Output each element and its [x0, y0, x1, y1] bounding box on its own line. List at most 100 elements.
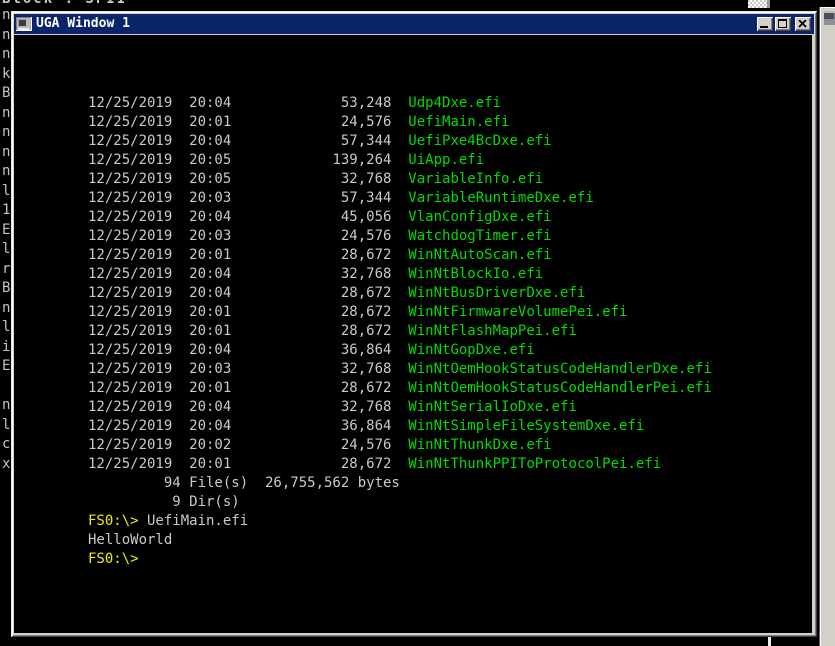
minimize-icon	[760, 26, 768, 28]
window-icon-screen	[18, 19, 26, 26]
entry-datetime: 12/25/2019 20:04	[88, 266, 231, 282]
background-line-fragment	[768, 637, 771, 646]
desktop-background: { "background": { "top_partial_text": "B…	[0, 0, 835, 646]
entry-datetime: 12/25/2019 20:04	[88, 95, 231, 111]
prompt-line: FS0:\>	[88, 550, 712, 569]
entry-datetime: 12/25/2019 20:04	[88, 285, 231, 301]
entry-filename: VariableInfo.efi	[391, 171, 543, 187]
entry-size: 28,672	[231, 323, 391, 339]
entry-size: 139,264	[231, 152, 391, 168]
entry-filename: WinNtGopDxe.efi	[391, 342, 534, 358]
entry-datetime: 12/25/2019 20:04	[88, 342, 231, 358]
entry-datetime: 12/25/2019 20:02	[88, 437, 231, 453]
entry-size: 24,576	[231, 228, 391, 244]
entry-datetime: 12/25/2019 20:04	[88, 399, 231, 415]
dir-entry: 12/25/2019 20:05 32,768 VariableInfo.efi	[88, 170, 712, 189]
background-checker-fragment	[748, 0, 770, 8]
entry-size: 36,864	[231, 418, 391, 434]
entry-size: 32,768	[231, 171, 391, 187]
entry-datetime: 12/25/2019 20:01	[88, 456, 231, 472]
entry-datetime: 12/25/2019 20:04	[88, 133, 231, 149]
dir-entry: 12/25/2019 20:01 28,672 WinNtThunkPPIToP…	[88, 455, 712, 474]
entry-datetime: 12/25/2019 20:01	[88, 247, 231, 263]
entry-filename: WinNtThunkPPIToProtocolPei.efi	[391, 456, 661, 472]
entry-filename: WinNtOemHookStatusCodeHandlerPei.efi	[391, 380, 711, 396]
dir-entry: 12/25/2019 20:01 28,672 WinNtFirmwareVol…	[88, 303, 712, 322]
entry-datetime: 12/25/2019 20:01	[88, 323, 231, 339]
close-icon	[798, 20, 807, 28]
minimize-button[interactable]	[757, 17, 773, 31]
entry-size: 28,672	[231, 456, 391, 472]
dir-entry: 12/25/2019 20:01 28,672 WinNtAutoScan.ef…	[88, 246, 712, 265]
entry-filename: WinNtOemHookStatusCodeHandlerDxe.efi	[391, 361, 711, 377]
dir-entry: 12/25/2019 20:04 45,056 VlanConfigDxe.ef…	[88, 208, 712, 227]
dir-entry: 12/25/2019 20:03 57,344 VariableRuntimeD…	[88, 189, 712, 208]
entry-datetime: 12/25/2019 20:03	[88, 361, 231, 377]
dirs-summary-text: 9 Dir(s)	[88, 494, 240, 510]
entry-filename: WinNtSerialIoDxe.efi	[391, 399, 576, 415]
title-bar[interactable]: UGA Window 1	[14, 14, 814, 34]
dir-entry: 12/25/2019 20:01 28,672 WinNtFlashMapPei…	[88, 322, 712, 341]
background-partial-text: Block : SPII	[2, 0, 127, 7]
dir-entry: 12/25/2019 20:04 28,672 WinNtBusDriverDx…	[88, 284, 712, 303]
dir-entry: 12/25/2019 20:04 32,768 WinNtSerialIoDxe…	[88, 398, 712, 417]
dir-entry: 12/25/2019 20:01 24,576 UefiMain.efi	[88, 113, 712, 132]
entry-filename: WinNtAutoScan.efi	[391, 247, 551, 263]
entry-filename: WinNtBusDriverDxe.efi	[391, 285, 585, 301]
entry-filename: UiApp.efi	[391, 152, 484, 168]
entry-size: 32,768	[231, 399, 391, 415]
entry-filename: UefiPxe4BcDxe.efi	[391, 133, 551, 149]
entry-filename: WinNtThunkDxe.efi	[391, 437, 551, 453]
entry-size: 28,672	[231, 380, 391, 396]
background-console-fragment: n n n k B n n n n l 1 E l r B n l i E n …	[2, 6, 10, 474]
dirs-summary: 9 Dir(s)	[88, 493, 712, 512]
window-icon-base	[18, 28, 29, 30]
command-line: FS0:\> UefiMain.efi	[88, 512, 712, 531]
command-output: HelloWorld	[88, 531, 712, 550]
files-summary: 94 File(s) 26,755,562 bytes	[88, 474, 712, 493]
close-button[interactable]	[795, 17, 811, 31]
terminal-output: 12/25/2019 20:04 53,248 Udp4Dxe.efi12/25…	[88, 94, 712, 569]
entry-datetime: 12/25/2019 20:05	[88, 171, 231, 187]
entry-datetime: 12/25/2019 20:01	[88, 380, 231, 396]
dir-entry: 12/25/2019 20:04 57,344 UefiPxe4BcDxe.ef…	[88, 132, 712, 151]
entry-datetime: 12/25/2019 20:04	[88, 209, 231, 225]
entry-size: 57,344	[231, 133, 391, 149]
entry-datetime: 12/25/2019 20:01	[88, 304, 231, 320]
entry-filename: Udp4Dxe.efi	[391, 95, 501, 111]
background-window-icon	[824, 11, 835, 25]
shell-prompt: FS0:\>	[88, 513, 139, 529]
dir-entry: 12/25/2019 20:04 32,768 WinNtBlockIo.efi	[88, 265, 712, 284]
entry-size: 24,576	[231, 437, 391, 453]
entry-filename: WatchdogTimer.efi	[391, 228, 551, 244]
entry-size: 28,672	[231, 247, 391, 263]
entry-filename: WinNtFlashMapPei.efi	[391, 323, 576, 339]
window-controls	[757, 17, 811, 31]
entry-size: 53,248	[231, 95, 391, 111]
entry-filename: UefiMain.efi	[391, 114, 509, 130]
entry-filename: WinNtFirmwareVolumePei.efi	[391, 304, 627, 320]
entry-size: 57,344	[231, 190, 391, 206]
entry-datetime: 12/25/2019 20:04	[88, 418, 231, 434]
maximize-icon	[778, 19, 787, 28]
entry-size: 28,672	[231, 304, 391, 320]
output-text: HelloWorld	[88, 532, 172, 548]
dir-entry: 12/25/2019 20:02 24,576 WinNtThunkDxe.ef…	[88, 436, 712, 455]
entry-filename: VlanConfigDxe.efi	[391, 209, 551, 225]
dir-entry: 12/25/2019 20:04 53,248 Udp4Dxe.efi	[88, 94, 712, 113]
uga-window: UGA Window 1 12/25/2019 20:04 53,248 Udp…	[11, 11, 817, 637]
dir-entry: 12/25/2019 20:01 28,672 WinNtOemHookStat…	[88, 379, 712, 398]
entry-filename: VariableRuntimeDxe.efi	[391, 190, 593, 206]
entry-filename: WinNtBlockIo.efi	[391, 266, 543, 282]
entry-size: 24,576	[231, 114, 391, 130]
background-window-edge	[819, 7, 835, 646]
console-client-area[interactable]: 12/25/2019 20:04 53,248 Udp4Dxe.efi12/25…	[14, 35, 812, 633]
window-title: UGA Window 1	[36, 14, 757, 34]
shell-prompt: FS0:\>	[88, 551, 139, 567]
entry-datetime: 12/25/2019 20:05	[88, 152, 231, 168]
maximize-button[interactable]	[775, 17, 791, 31]
entry-size: 32,768	[231, 266, 391, 282]
entry-size: 32,768	[231, 361, 391, 377]
dir-entry: 12/25/2019 20:04 36,864 WinNtSimpleFileS…	[88, 417, 712, 436]
entry-datetime: 12/25/2019 20:03	[88, 190, 231, 206]
